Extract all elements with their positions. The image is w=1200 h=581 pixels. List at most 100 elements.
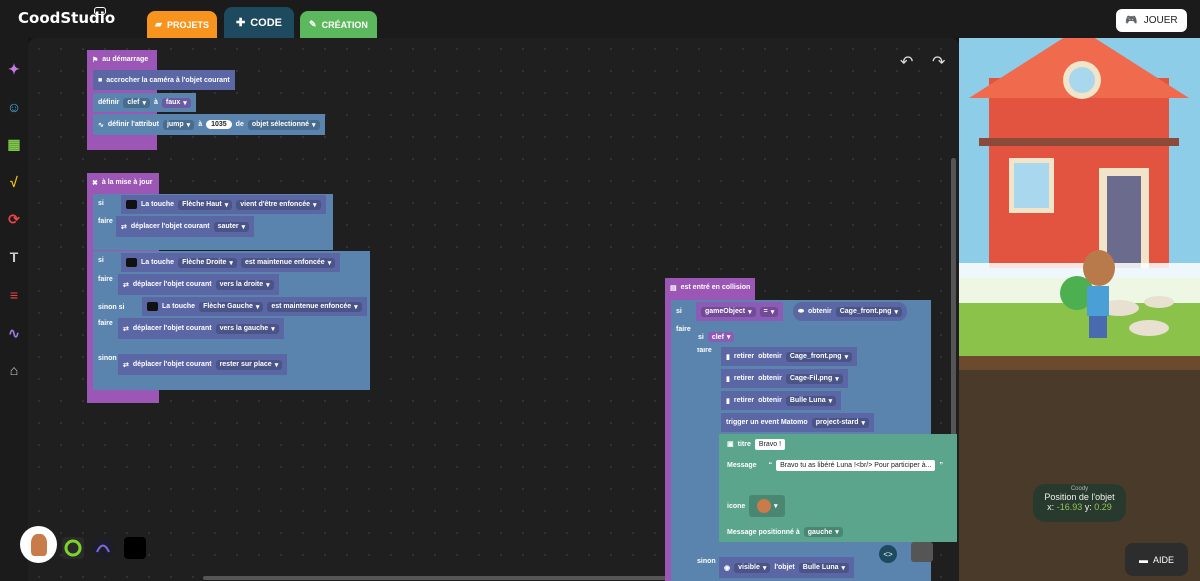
state3-dropdown[interactable]: est maintenue enfoncée [267,301,362,312]
visible-block[interactable]: ◉ visible l'objet Bulle Luna [719,557,855,578]
move-label-3: déplacer l'objet courant [132,325,212,332]
x-value: -16.93 [1056,502,1083,512]
key-condition-3[interactable]: La touche Flèche Gauche est maintenue en… [142,297,367,316]
tab-projets[interactable]: ▰ PROJETS [147,11,217,38]
chat-icon: ▣ [727,441,734,448]
inner-if-block[interactable]: si clef [693,326,768,348]
get-block[interactable]: ⬬ obtenir Cage_front.png [793,302,907,321]
attr-dropdown[interactable]: jump [162,119,195,130]
help-button-label: AIDE [1152,554,1174,565]
remove-block-2[interactable]: ▮ retirer obtenir Cage-Fil.png [721,369,848,388]
horizontal-scrollbar[interactable] [203,576,673,580]
text-icon[interactable]: T [5,248,23,266]
key1-dropdown[interactable]: Flèche Haut [178,199,233,210]
math-icon[interactable]: √ [5,173,23,191]
state1-dropdown[interactable]: vient d'être enfoncée [236,199,321,210]
position-readout: Coody Position de l'objet x: -16.93 y: 0… [1033,484,1126,522]
visible-dropdown[interactable]: visible [734,562,771,573]
bridge-icon[interactable]: ⌂ [5,361,23,379]
vertical-scrollbar[interactable] [951,158,956,448]
chip-icon[interactable]: ▦ [5,135,23,153]
move-label-2: déplacer l'objet courant [132,281,212,288]
help-button[interactable]: ▬ AIDE [1125,543,1188,576]
camera-block[interactable]: ■ accrocher la caméra à l'objet courant [93,70,235,90]
get-value-dropdown[interactable]: Cage_front.png [835,306,902,317]
smiley-icon[interactable]: ☺ [5,98,23,116]
attr-target-dropdown[interactable]: objet sélectionné [247,119,320,130]
loop-icon[interactable]: ⟳ [5,210,23,228]
action3-dropdown[interactable]: vers la gauche [215,323,279,334]
define-var-block[interactable]: définir clef à faux [93,93,196,112]
compare-block[interactable]: gameObject = [696,302,784,321]
action4-dropdown[interactable]: rester sur place [215,359,283,370]
move-icon: ⇄ [123,325,129,333]
key-condition-1[interactable]: La touche Flèche Haut vient d'être enfon… [121,195,326,214]
flag-icon: ⚑ [92,57,99,64]
wave-icon[interactable] [92,537,114,559]
action1-dropdown[interactable]: sauter [213,221,250,232]
redo-icon[interactable]: ↷ [932,52,945,72]
remove2-dropdown[interactable]: Cage-Fil.png [785,373,843,384]
message-input[interactable]: Bravo tu as libéré Luna !<br/> Pour part… [776,459,936,471]
cond-var-dropdown[interactable]: clef [707,332,735,342]
tab-code[interactable]: ✚ CODE [224,7,294,38]
code-view-icon[interactable]: <> [879,545,897,563]
if-label-2: si [98,257,104,264]
remove-block-3[interactable]: ▮ retirer obtenir Bulle Luna [721,391,842,410]
position-dropdown[interactable]: gauche [803,527,843,537]
title-input[interactable]: Bravo ! [754,438,786,450]
function-icon: ∿ [98,121,104,129]
inner-if-label: si [698,333,704,341]
eye-icon: ◉ [724,564,731,572]
collision-do-label: faire [676,326,691,333]
move-block-4[interactable]: ⇄ déplacer l'objet courant rester sur pl… [118,354,288,375]
visible-target-dropdown[interactable]: Bulle Luna [798,562,850,573]
play-button[interactable]: 🎮 JOUER [1116,9,1187,32]
keyboard-icon [126,258,137,267]
attr-to: à [198,121,203,128]
undo-icon[interactable]: ↶ [900,52,913,72]
move-block-3[interactable]: ⇄ déplacer l'objet courant vers la gauch… [118,318,284,339]
remove-label-3: retirer [733,397,755,404]
list-icon[interactable]: ≡ [5,286,23,304]
action2-dropdown[interactable]: vers la droite [215,279,274,290]
attr-value-input[interactable]: 1035 [206,120,232,129]
trash-can-icon[interactable] [911,542,933,562]
code-workspace[interactable]: ↶ ↷ ⚑ au démarrage ■ accrocher la caméra… [28,38,959,581]
bool-dropdown[interactable]: faux [161,97,191,108]
key-condition-2[interactable]: La touche Flèche Droite est maintenue en… [121,253,341,272]
trash-icon: ▮ [726,375,730,383]
magic-wand-icon[interactable]: ✦ [5,60,23,78]
move-block-2[interactable]: ⇄ déplacer l'objet courant vers la droit… [118,274,279,295]
icon-label: icone [727,502,746,510]
tab-creation[interactable]: ✎ CRÉATION [300,11,377,38]
avatar[interactable] [20,526,57,563]
icon-picker[interactable] [749,495,786,517]
function-icon[interactable]: ∿ [5,324,23,342]
do-label: faire [98,218,113,225]
if-label: si [98,200,104,207]
move-block-1[interactable]: ⇄ déplacer l'objet courant sauter [116,216,255,237]
set-attr-block[interactable]: ∿ définir l'attribut jump à 1035 de obje… [93,114,325,135]
equals-dropdown[interactable]: = [759,306,779,317]
green-ring-icon[interactable] [62,537,84,559]
remove-label-2: retirer [733,375,755,382]
var-dropdown[interactable]: clef [123,97,150,108]
title-row: ▣ titre Bravo ! [722,436,790,452]
remove3-dropdown[interactable]: Bulle Luna [785,395,837,406]
move-icon: ⇄ [123,281,129,289]
key3-dropdown[interactable]: Flèche Gauche [199,301,264,312]
black-swatch-icon[interactable] [124,537,146,559]
state2-dropdown[interactable]: est maintenue enfoncée [240,257,336,268]
remove1-dropdown[interactable]: Cage_front.png [785,351,853,362]
get-label: obtenir [807,308,832,315]
key-label-3: La touche [162,303,196,310]
key2-dropdown[interactable]: Flèche Droite [178,257,237,268]
icon-row: icone [722,495,790,517]
matomo-block[interactable]: trigger un event Matomo project-stard [721,413,874,432]
remove-block-1[interactable]: ▮ retirer obtenir Cage_front.png [721,347,858,366]
gameobject-dropdown[interactable]: gameObject [701,306,756,317]
trigger-dropdown[interactable]: project-stard [811,417,869,428]
camera-label: accrocher la caméra à l'objet courant [106,76,230,84]
play-button-label: JOUER [1143,15,1178,26]
